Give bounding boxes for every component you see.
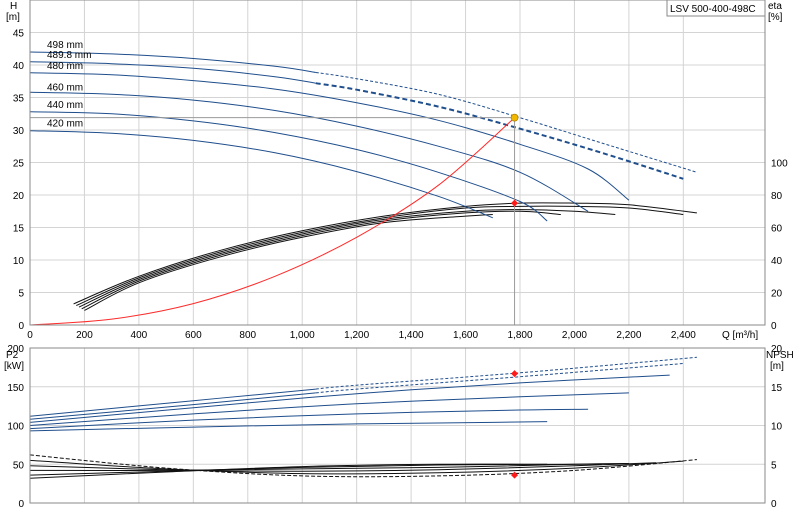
model-label: LSV 500-400-498C [670,4,756,15]
head-curve [29,91,589,212]
head-curve-label: 480 mm [47,61,83,72]
power-curve [29,421,548,432]
y-left-tick-label: 30 [13,126,25,137]
duty-point-marker [510,113,519,122]
y-right-tick-label: 0 [771,321,777,332]
bottom-panel-axes: 05010015020005101520 [7,344,782,510]
bottom-panel-series [29,356,697,479]
x-tick-label: 1,200 [344,330,369,341]
y-left-tick-label: 40 [13,61,25,72]
bottom-y-left-title: P2 [6,350,19,361]
power-curve-extension [315,363,684,394]
top-y-right-unit: [%] [768,12,783,23]
x-tick-label: 2,200 [616,330,641,341]
x-tick-label: 400 [131,330,148,341]
npsh-tick-label: 15 [771,383,783,394]
x-tick-label: 800 [239,330,256,341]
head-curve-label: 440 mm [47,100,83,111]
power-curve-extension [315,356,697,390]
x-tick-label: 2,400 [671,330,696,341]
head-curve-label: 489.8 mm [47,50,91,61]
top-y-left-title: H [10,1,17,12]
top-x-axis-title: Q [m³/h] [722,330,758,341]
y-right-tick-label: 20 [771,289,783,300]
x-tick-label: 1,600 [453,330,478,341]
y-right-tick-label: 100 [771,159,788,170]
npsh-point-marker [511,471,519,479]
head-curve-extension [315,72,698,173]
x-tick-label: 600 [185,330,202,341]
npsh-tick-label: 5 [771,460,777,471]
x-tick-label: 1,400 [399,330,424,341]
bottom-y-right-unit: [m] [770,361,784,372]
power-point-marker [511,370,519,378]
head-curve [29,72,630,201]
y-left-tick-label: 10 [13,256,25,267]
p2-tick-label: 100 [7,422,24,433]
efficiency-curve [76,205,684,306]
x-tick-label: 0 [27,330,33,341]
npsh-tick-label: 0 [771,499,777,510]
p2-tick-label: 50 [13,460,25,471]
p2-tick-label: 150 [7,383,24,394]
top-y-left-unit: [m] [6,12,20,23]
head-curve-label: 460 mm [47,82,83,93]
x-tick-label: 1,800 [507,330,532,341]
head-curve-label: 420 mm [47,119,83,130]
npsh-tick-label: 10 [771,422,783,433]
pump-performance-chart: 498 mm489.8 mm480 mm460 mm440 mm420 mm 0… [4,0,794,510]
system-curve [29,117,515,326]
power-curve [29,388,316,417]
y-left-tick-label: 45 [13,29,25,40]
top-panel-series: 498 mm489.8 mm480 mm460 mm440 mm420 mm [29,40,698,326]
bottom-y-left-unit: [kW] [4,361,24,372]
model-label-box: LSV 500-400-498C [666,0,766,17]
x-tick-label: 2,000 [562,330,587,341]
efficiency-curve [84,214,493,311]
y-left-tick-label: 25 [13,159,25,170]
x-tick-label: 200 [76,330,93,341]
y-left-tick-label: 15 [13,224,25,235]
top-y-right-title: eta [768,1,782,12]
head-curve [29,111,548,222]
x-tick-label: 1,000 [290,330,315,341]
p2-tick-label: 0 [18,499,24,510]
y-right-tick-label: 60 [771,224,783,235]
y-right-tick-label: 80 [771,191,783,202]
y-left-tick-label: 20 [13,191,25,202]
y-left-tick-label: 0 [18,321,24,332]
y-left-tick-label: 5 [18,289,24,300]
bottom-panel-grid [30,348,765,503]
bottom-y-right-title: NPSH [766,350,794,361]
power-curve [29,374,670,423]
y-right-tick-label: 40 [771,256,783,267]
y-left-tick-label: 35 [13,94,25,105]
head-curve [29,130,493,219]
